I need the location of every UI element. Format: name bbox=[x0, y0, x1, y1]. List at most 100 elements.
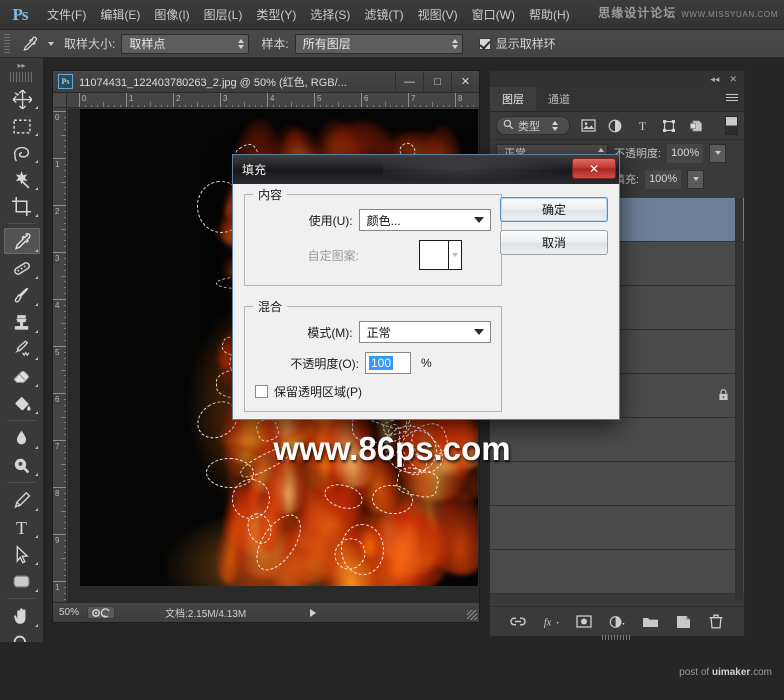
tool-flyout-corner-icon[interactable] bbox=[35, 249, 38, 252]
tool-flyout-corner-icon[interactable] bbox=[35, 589, 38, 592]
brush-tool[interactable] bbox=[4, 282, 40, 308]
shape-tool[interactable] bbox=[4, 568, 40, 594]
show-sampling-ring-checkbox[interactable]: 显示取样环 bbox=[479, 35, 556, 52]
new-adjustment-layer-icon[interactable] bbox=[609, 613, 626, 630]
tool-flyout-corner-icon[interactable] bbox=[35, 187, 38, 190]
add-layer-mask-icon[interactable] bbox=[576, 613, 593, 630]
fill-value[interactable]: 100% bbox=[645, 170, 681, 189]
pixel-layer-filter-icon[interactable] bbox=[579, 117, 597, 135]
layers-scrollbar[interactable] bbox=[735, 198, 743, 600]
panel-resize-grip[interactable] bbox=[602, 635, 632, 640]
move-tool[interactable] bbox=[4, 85, 40, 111]
preserve-transparency-checkbox[interactable]: 保留透明区域(P) bbox=[255, 383, 491, 400]
menu-item-7[interactable]: 视图(V) bbox=[411, 0, 465, 30]
healing-brush-tool[interactable] bbox=[4, 255, 40, 281]
fill-chevron-down-icon[interactable] bbox=[687, 170, 704, 189]
delete-layer-trash-icon[interactable] bbox=[708, 613, 725, 630]
sample-select[interactable]: 所有图层 bbox=[295, 34, 463, 54]
new-layer-icon[interactable] bbox=[675, 613, 692, 630]
menu-item-6[interactable]: 滤镜(T) bbox=[357, 0, 410, 30]
adjustment-layer-filter-icon[interactable] bbox=[606, 117, 624, 135]
fill-dialog-close-button[interactable]: ✕ bbox=[572, 158, 616, 179]
path-selection-tool[interactable] bbox=[4, 541, 40, 567]
tool-flyout-corner-icon[interactable] bbox=[35, 384, 38, 387]
fill-dialog-title-bar[interactable]: 填充 ✕ bbox=[233, 155, 619, 184]
mode-select[interactable]: 正常 bbox=[359, 321, 491, 343]
vertical-ruler[interactable]: 01234567891 bbox=[53, 108, 67, 602]
tool-flyout-corner-icon[interactable] bbox=[35, 106, 38, 109]
opacity-chevron-down-icon[interactable] bbox=[709, 144, 726, 163]
tools-expand-icon[interactable]: ▸▸ bbox=[0, 58, 43, 72]
shape-layer-filter-icon[interactable] bbox=[660, 117, 678, 135]
tool-flyout-corner-icon[interactable] bbox=[35, 562, 38, 565]
clone-stamp-tool[interactable] bbox=[4, 309, 40, 335]
layer-filter-kind-select[interactable]: 类型 bbox=[496, 116, 570, 135]
tool-flyout-corner-icon[interactable] bbox=[35, 303, 38, 306]
menu-item-8[interactable]: 窗口(W) bbox=[465, 0, 522, 30]
tool-flyout-corner-icon[interactable] bbox=[35, 535, 38, 538]
type-tool[interactable]: T bbox=[4, 514, 40, 540]
custom-pattern-picker[interactable] bbox=[419, 240, 462, 270]
layer-row[interactable] bbox=[490, 418, 744, 462]
tool-flyout-corner-icon[interactable] bbox=[35, 624, 38, 627]
eyedropper-icon[interactable] bbox=[16, 33, 42, 55]
layer-row[interactable] bbox=[490, 506, 744, 550]
tab-channels[interactable]: 通道 bbox=[536, 87, 582, 111]
window-resize-grip[interactable] bbox=[467, 610, 477, 620]
crop-tool[interactable] bbox=[4, 193, 40, 219]
close-icon[interactable]: ✕ bbox=[729, 74, 737, 85]
dodge-tool[interactable] bbox=[4, 452, 40, 478]
menu-item-1[interactable]: 编辑(E) bbox=[93, 0, 147, 30]
tool-flyout-corner-icon[interactable] bbox=[35, 411, 38, 414]
maximize-button[interactable]: □ bbox=[423, 71, 451, 92]
hand-tool[interactable] bbox=[4, 603, 40, 629]
eraser-tool[interactable] bbox=[4, 363, 40, 389]
smart-object-filter-icon[interactable] bbox=[687, 117, 705, 135]
tool-flyout-corner-icon[interactable] bbox=[35, 276, 38, 279]
tool-flyout-corner-icon[interactable] bbox=[35, 357, 38, 360]
tool-flyout-corner-icon[interactable] bbox=[35, 214, 38, 217]
status-popup-arrow-icon[interactable] bbox=[310, 609, 316, 617]
magic-wand-tool[interactable] bbox=[4, 166, 40, 192]
tool-flyout-corner-icon[interactable] bbox=[35, 446, 38, 449]
layer-row[interactable] bbox=[490, 462, 744, 506]
new-group-folder-icon[interactable] bbox=[642, 613, 659, 630]
document-title-bar[interactable]: Ps 11074431_122403780263_2.jpg @ 50% (红色… bbox=[53, 71, 479, 93]
marquee-tool[interactable] bbox=[4, 112, 40, 138]
dialog-opacity-input[interactable]: 100 bbox=[365, 352, 411, 374]
menu-item-9[interactable]: 帮助(H) bbox=[522, 0, 577, 30]
tool-flyout-corner-icon[interactable] bbox=[35, 330, 38, 333]
tool-flyout-corner-icon[interactable] bbox=[35, 160, 38, 163]
menu-item-5[interactable]: 选择(S) bbox=[303, 0, 357, 30]
tool-preset-chevron-down-icon[interactable] bbox=[48, 42, 54, 46]
filter-toggle-swatch-icon[interactable] bbox=[725, 116, 738, 135]
menu-item-0[interactable]: 文件(F) bbox=[40, 0, 93, 30]
menu-item-2[interactable]: 图像(I) bbox=[147, 0, 196, 30]
layer-row[interactable] bbox=[490, 550, 744, 594]
pattern-chevron-down-icon[interactable] bbox=[448, 241, 461, 269]
options-bar-grip[interactable] bbox=[4, 34, 10, 54]
panel-menu-icon[interactable] bbox=[726, 94, 738, 104]
link-layers-icon[interactable] bbox=[510, 613, 527, 630]
opacity-value[interactable]: 100% bbox=[667, 144, 703, 163]
tool-flyout-corner-icon[interactable] bbox=[35, 473, 38, 476]
sample-size-select[interactable]: 取样点 bbox=[121, 34, 249, 54]
document-profile-icon[interactable] bbox=[87, 606, 115, 619]
blur-tool[interactable] bbox=[4, 425, 40, 451]
tab-layers[interactable]: 图层 bbox=[490, 87, 536, 111]
minimize-button[interactable]: — bbox=[395, 71, 423, 92]
ok-button[interactable]: 确定 bbox=[500, 197, 608, 222]
pen-tool[interactable] bbox=[4, 487, 40, 513]
lasso-tool[interactable] bbox=[4, 139, 40, 165]
menu-item-3[interactable]: 图层(L) bbox=[197, 0, 250, 30]
collapse-panel-icon[interactable]: ◂◂ bbox=[710, 74, 719, 85]
horizontal-ruler[interactable]: 012345678 bbox=[67, 93, 479, 108]
close-button[interactable]: ✕ bbox=[451, 71, 479, 92]
eyedropper-tool[interactable] bbox=[4, 228, 40, 254]
layer-style-fx-icon[interactable]: fx bbox=[543, 613, 560, 630]
tools-panel-grip[interactable] bbox=[10, 72, 33, 82]
zoom-level[interactable]: 50% bbox=[59, 607, 79, 618]
gradient-tool[interactable] bbox=[4, 390, 40, 416]
cancel-button[interactable]: 取消 bbox=[500, 230, 608, 255]
tool-flyout-corner-icon[interactable] bbox=[35, 133, 38, 136]
